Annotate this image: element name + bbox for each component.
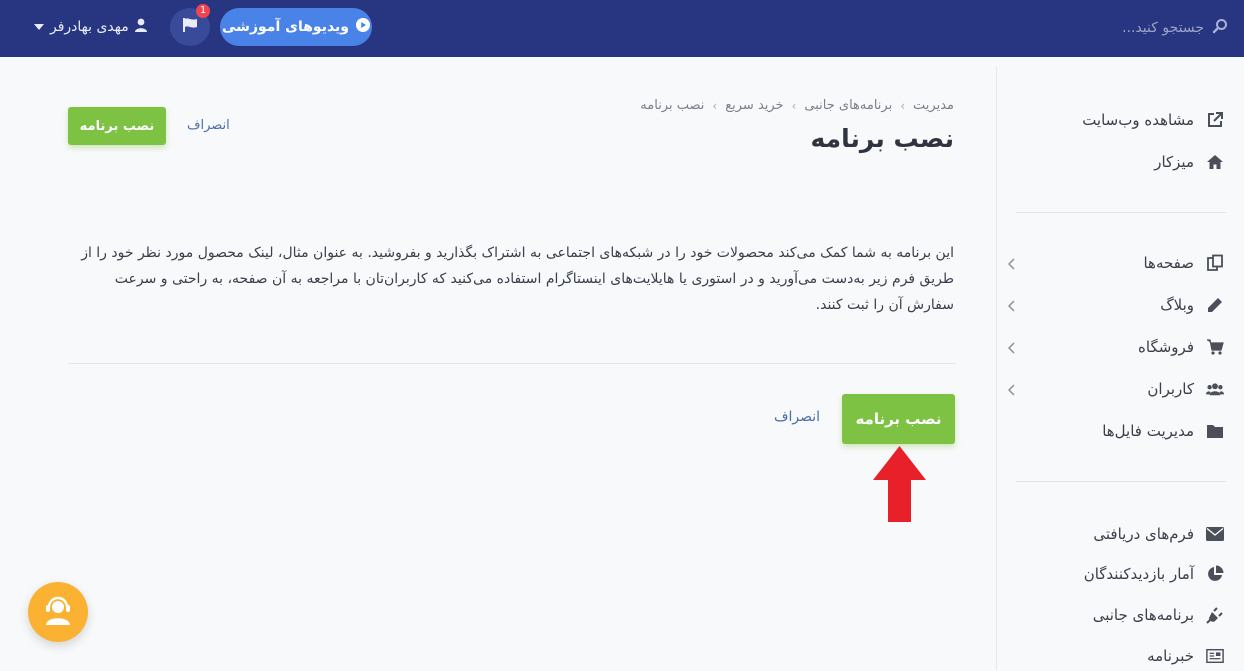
envelope-icon <box>1206 525 1224 543</box>
sidebar-item-label: وبلاگ <box>1160 296 1194 314</box>
app-description: این برنامه به شما کمک می‌کند محصولات خود… <box>81 245 954 313</box>
chevron-left-icon <box>1007 298 1015 316</box>
sidebar-item-newsletter[interactable]: خبرنامه <box>1014 641 1224 671</box>
sidebar-item-label: مشاهده وب‌سایت <box>1082 111 1194 129</box>
tutorial-videos-button[interactable]: ویدیوهای آموزشی <box>220 8 372 46</box>
sidebar-item-label: آمار بازدیدکنندگان <box>1083 565 1194 583</box>
sidebar-item-received-forms[interactable]: فرم‌های دریافتی <box>1014 519 1224 549</box>
chevron-left-icon <box>1007 340 1015 358</box>
flag-icon <box>182 17 198 37</box>
play-icon <box>356 18 370 36</box>
support-chat-button[interactable] <box>28 582 88 642</box>
sidebar-item-label: کاربران <box>1147 380 1194 398</box>
cart-icon <box>1206 338 1224 356</box>
chevron-left-icon <box>1007 256 1015 274</box>
home-icon <box>1206 153 1224 171</box>
page-title: نصب برنامه <box>810 124 954 153</box>
sidebar-divider <box>1016 481 1226 482</box>
sidebar-item-label: صفحه‌ها <box>1143 254 1194 272</box>
pencil-icon <box>1206 296 1224 314</box>
sidebar-item-label: فرم‌های دریافتی <box>1093 525 1194 543</box>
sidebar-item-users[interactable]: کاربران <box>1007 374 1224 404</box>
chevron-down-icon <box>34 19 44 35</box>
user-menu[interactable]: مهدی بهادرفر <box>34 16 147 38</box>
cancel-link-top[interactable]: انصراف <box>187 118 230 133</box>
sidebar-item-label: خبرنامه <box>1147 647 1194 665</box>
tutorial-videos-label: ویدیوهای آموزشی <box>222 19 349 35</box>
breadcrumb-separator: › <box>900 98 906 113</box>
install-button-top[interactable]: نصب برنامه <box>68 107 166 145</box>
breadcrumb-separator: › <box>791 98 797 113</box>
sidebar-item-view-website[interactable]: مشاهده وب‌سایت <box>1014 105 1224 135</box>
breadcrumb-item-addons[interactable]: برنامه‌های جانبی <box>804 98 892 113</box>
red-arrow-annotation <box>873 446 926 522</box>
folder-icon <box>1206 422 1224 440</box>
sidebar-item-label: فروشگاه <box>1138 338 1194 356</box>
search-box[interactable]: جستجو کنید... <box>1122 15 1228 41</box>
content-divider <box>68 363 956 364</box>
newspaper-icon <box>1206 647 1224 665</box>
search-input[interactable]: جستجو کنید... <box>1122 20 1204 36</box>
sidebar-item-label: میزکار <box>1154 153 1194 171</box>
chevron-left-icon <box>1007 382 1015 400</box>
user-icon <box>134 18 147 36</box>
sidebar-item-visitor-stats[interactable]: آمار بازدیدکنندگان <box>1014 559 1224 589</box>
users-icon <box>1206 380 1224 398</box>
pages-icon <box>1206 254 1224 272</box>
external-link-icon <box>1206 111 1224 129</box>
breadcrumb-item-current: نصب برنامه <box>640 98 705 113</box>
sidebar-item-addons[interactable]: برنامه‌های جانبی <box>1014 600 1224 630</box>
cancel-link-bottom[interactable]: انصراف <box>774 409 820 425</box>
user-name: مهدی بهادرفر <box>50 19 129 35</box>
pie-chart-icon <box>1206 565 1224 583</box>
sidebar-item-label: برنامه‌های جانبی <box>1092 606 1194 624</box>
sidebar-item-label: مدیریت فایل‌ها <box>1102 422 1194 440</box>
sidebar-item-dashboard[interactable]: میزکار <box>1014 147 1224 177</box>
sidebar: مشاهده وب‌سایت میزکار صفحه‌ها وبلاگ فروش… <box>996 67 1244 670</box>
top-bar: جستجو کنید... ویدیوهای آموزشی 1 مهدی بها… <box>0 0 1244 57</box>
notification-badge: 1 <box>196 4 210 18</box>
sidebar-item-blog[interactable]: وبلاگ <box>1007 290 1224 320</box>
install-button-bottom[interactable]: نصب برنامه <box>842 394 955 444</box>
breadcrumb: مدیریت › برنامه‌های جانبی › خرید سریع › … <box>640 98 954 113</box>
support-agent-icon <box>43 594 73 630</box>
sidebar-item-file-manager[interactable]: مدیریت فایل‌ها <box>1014 416 1224 446</box>
breadcrumb-item-quick-buy[interactable]: خرید سریع <box>725 98 783 113</box>
plug-icon <box>1206 606 1224 624</box>
search-icon <box>1212 18 1228 38</box>
breadcrumb-item-admin[interactable]: مدیریت <box>913 98 954 113</box>
breadcrumb-separator: › <box>712 98 718 113</box>
sidebar-divider <box>1016 212 1226 213</box>
sidebar-item-pages[interactable]: صفحه‌ها <box>1007 248 1224 278</box>
sidebar-item-shop[interactable]: فروشگاه <box>1007 332 1224 362</box>
